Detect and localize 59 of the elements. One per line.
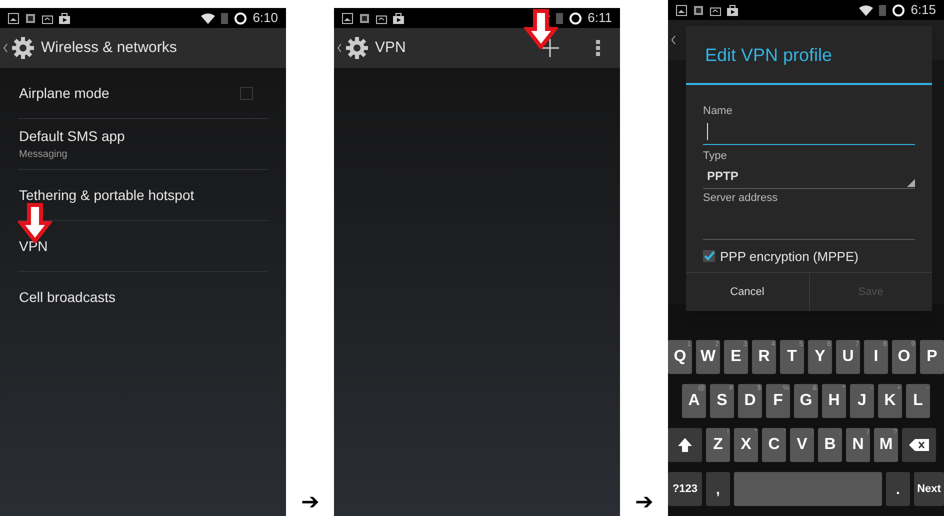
status-time: 6:15	[910, 1, 936, 20]
bag-icon	[59, 12, 70, 24]
keyboard-key[interactable]: P	[920, 340, 944, 374]
checkbox-label: PPP encryption (MPPE)	[720, 248, 858, 266]
field-label: Name	[703, 104, 734, 119]
settings-item[interactable]: Airplane mode	[18, 82, 240, 104]
status-time: 6:11	[588, 9, 612, 28]
sim-card-icon	[220, 12, 228, 24]
backspace-icon	[909, 439, 929, 451]
ring-icon	[892, 4, 905, 16]
settings-item[interactable]: Cell broadcasts	[18, 287, 268, 308]
notification-icon	[25, 12, 36, 24]
keyboard-key[interactable]: ?123	[668, 472, 702, 506]
back-icon[interactable]	[671, 35, 676, 45]
backspace-key[interactable]	[902, 428, 936, 462]
screen-title: VPN	[375, 38, 406, 58]
status-time: 6:10	[252, 9, 278, 28]
notification-icon	[359, 12, 370, 24]
settings-item[interactable]: VPN	[18, 236, 268, 256]
wifi-icon	[200, 12, 215, 24]
sim-card-icon	[556, 12, 563, 24]
bag-icon	[393, 12, 404, 24]
screen-title: Wireless & networks	[41, 38, 177, 58]
keyboard-key[interactable]: Next	[914, 472, 944, 506]
field-label: Type	[703, 148, 728, 164]
keyboard-key[interactable]: ,	[706, 472, 730, 506]
checkbox[interactable]	[240, 86, 253, 100]
settings-item[interactable]: Default SMS app Messaging	[18, 126, 268, 162]
image-icon	[676, 4, 687, 16]
field-label: Server address	[703, 191, 779, 206]
gear-icon	[345, 36, 369, 60]
text-cursor	[707, 123, 708, 140]
flow-arrow: ➔	[635, 490, 653, 514]
arrow-up-icon	[677, 437, 693, 453]
ring-icon	[568, 12, 582, 24]
back-icon[interactable]	[3, 43, 8, 53]
notification-icon	[693, 4, 704, 16]
bag-icon	[727, 4, 738, 16]
plus-icon[interactable]	[541, 39, 559, 57]
image-icon	[342, 12, 353, 24]
back-icon[interactable]	[337, 43, 342, 53]
notification-icon	[42, 12, 53, 24]
sim-card-icon	[878, 4, 886, 16]
flow-arrow: ➔	[301, 490, 319, 514]
dropdown-icon	[907, 179, 915, 187]
ring-icon	[234, 12, 247, 24]
type-dropdown[interactable]: PPTP	[703, 164, 915, 189]
settings-item[interactable]: Tethering & portable hotspot	[18, 184, 268, 206]
checkbox[interactable]	[703, 250, 715, 262]
wifi-icon	[858, 4, 873, 16]
more-icon[interactable]	[596, 40, 600, 56]
shift-key[interactable]	[668, 428, 702, 462]
image-icon	[8, 12, 19, 24]
gear-icon	[11, 36, 35, 60]
keyboard-key[interactable]: .	[886, 472, 910, 506]
dialog-button[interactable]: Cancel	[686, 273, 808, 311]
notification-icon	[376, 12, 387, 24]
dialog-title: Edit VPN profile	[704, 44, 834, 67]
notification-icon	[710, 4, 721, 16]
